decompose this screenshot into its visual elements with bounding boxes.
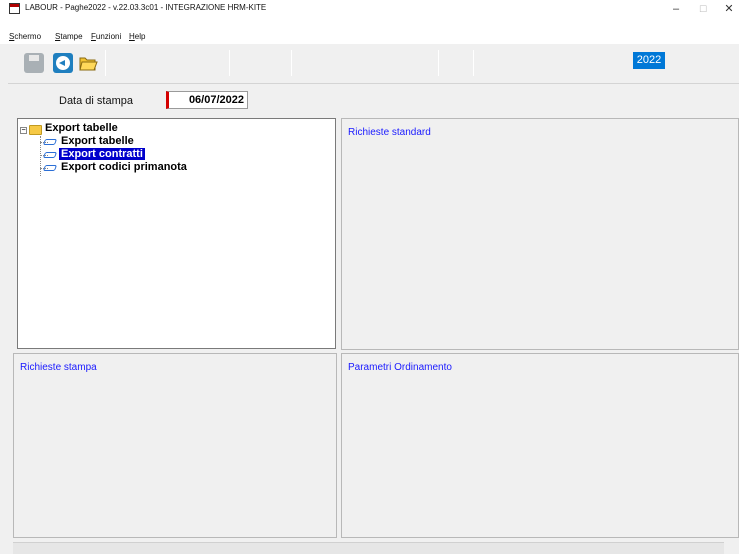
toolbar: 2022 [8,44,739,84]
window-title: LABOUR - Paghe2022 - v.22.03.3c01 - INTE… [25,3,267,12]
title-bar: LABOUR - Paghe2022 - v.22.03.3c01 - INTE… [0,0,739,20]
maximize-button[interactable]: ☐ [693,2,713,16]
year-badge[interactable]: 2022 [633,52,665,69]
menu-bar: Schermo Stampe Funzioni Help [0,20,739,44]
close-button[interactable]: ✕ [719,2,739,16]
folder-icon [29,125,42,135]
document-link-icon [43,150,57,158]
menu-schermo[interactable]: Schermo [9,32,41,41]
panel-title: Richieste standard [348,127,431,138]
panel-richieste-stampa: Richieste stampa [13,353,337,538]
tree-item-export-codici-primanota[interactable]: Export codici primanota [43,161,189,174]
toolbar-separator [291,50,292,76]
panel-parametri-ordinamento: Parametri Ordinamento [341,353,739,538]
document-link-icon [43,137,57,145]
open-folder-icon[interactable] [78,53,98,73]
menu-stampe[interactable]: Stampe [55,32,83,41]
panel-richieste-standard: Richieste standard [341,118,739,350]
toolbar-separator [473,50,474,76]
tree-item-export-contratti[interactable]: Export contratti [43,148,145,161]
menu-funzioni[interactable]: Funzioni [91,32,121,41]
save-icon[interactable] [24,53,44,73]
toolbar-separator [229,50,230,76]
back-icon[interactable] [53,53,73,73]
date-label: Data di stampa [59,95,133,107]
tree-item-export-tabelle[interactable]: Export tabelle [43,135,136,148]
toolbar-separator [438,50,439,76]
status-bar [13,542,724,554]
minimize-button[interactable]: – [666,2,686,16]
app-icon [9,3,20,14]
date-input[interactable]: 06/07/2022 [166,91,248,109]
document-link-icon [43,163,57,171]
toolbar-separator [105,50,106,76]
panel-title: Parametri Ordinamento [348,362,452,373]
tree-root[interactable]: − Export tabelle [18,122,120,135]
menu-help[interactable]: Help [129,32,145,41]
collapse-icon[interactable]: − [20,127,27,134]
panel-title: Richieste stampa [20,362,97,373]
export-tree[interactable]: − Export tabelle Export tabelle Export c… [17,118,336,349]
